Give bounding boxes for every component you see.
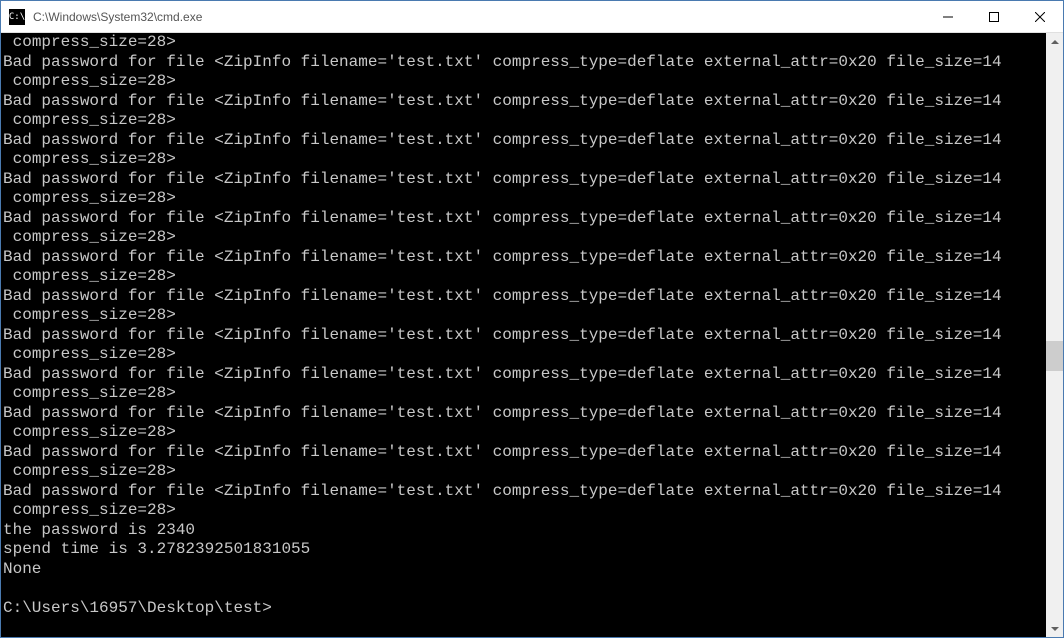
- terminal-output[interactable]: compress_size=28> Bad password for file …: [1, 33, 1046, 637]
- scrollbar-track-body[interactable]: [1046, 50, 1063, 620]
- window-titlebar: C:\ C:\Windows\System32\cmd.exe: [1, 1, 1063, 33]
- scroll-down-arrow[interactable]: [1046, 620, 1063, 637]
- chevron-up-icon: [1051, 40, 1059, 44]
- scrollbar[interactable]: [1046, 33, 1063, 637]
- close-button[interactable]: [1017, 1, 1063, 32]
- terminal-area: compress_size=28> Bad password for file …: [1, 33, 1063, 637]
- minimize-button[interactable]: [925, 1, 971, 32]
- maximize-button[interactable]: [971, 1, 1017, 32]
- window-controls: [925, 1, 1063, 32]
- terminal-text: compress_size=28> Bad password for file …: [3, 33, 1002, 578]
- chevron-down-icon: [1051, 627, 1059, 631]
- scroll-up-arrow[interactable]: [1046, 33, 1063, 50]
- close-icon: [1035, 12, 1045, 22]
- minimize-icon: [943, 12, 953, 22]
- window-title: C:\Windows\System32\cmd.exe: [31, 10, 925, 24]
- prompt-line: C:\Users\16957\Desktop\test>: [3, 599, 272, 617]
- cmd-icon: C:\: [9, 9, 25, 25]
- scrollbar-thumb[interactable]: [1046, 341, 1063, 371]
- maximize-icon: [989, 12, 999, 22]
